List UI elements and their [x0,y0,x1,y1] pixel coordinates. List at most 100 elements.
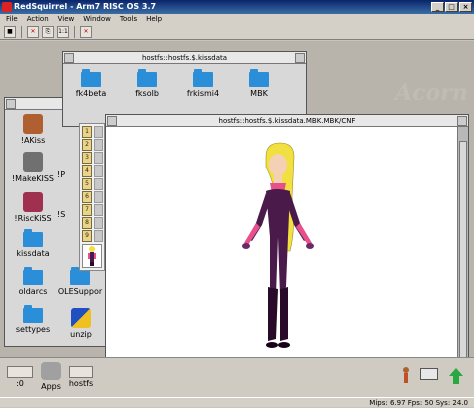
kiss-viewer-window: hostfs::hostfs.$.kissdata.MBK.MBK/CNF [105,114,469,397]
iconbar-kiss-app[interactable] [398,366,414,388]
kiss-cell-slot[interactable] [94,165,103,177]
vertical-scrollbar[interactable] [457,127,468,384]
menu-help[interactable]: Help [146,14,162,24]
hostfs-label: hostfs [68,379,94,388]
iconbar-drive[interactable]: :0 [6,366,34,388]
window-titlebar[interactable]: hostfs::hostfs.$.kissdata.MBK.MBK/CNF [106,115,468,127]
iconbar-display[interactable] [420,368,440,386]
toolbar-divider [74,26,75,38]
folder-label: OLESuppor [57,287,103,296]
drive-icon [7,366,33,378]
akiss-icon [23,114,43,134]
doll-thumbnail[interactable] [82,244,102,268]
menu-view[interactable]: View [58,14,75,24]
iconbar-apps[interactable]: Apps [38,362,64,391]
folder-label: fk4beta [75,89,107,98]
menubar: File Action View Window Tools Help [0,14,474,24]
redsquirrel-icon [2,2,12,12]
kiss-cell[interactable]: 9 [82,230,92,242]
apps-label: Apps [41,382,61,391]
kiss-cell[interactable]: 2 [82,139,92,151]
kiss-cell[interactable]: 8 [82,217,92,229]
toggle-size-icon[interactable] [295,53,305,63]
close-button[interactable]: × [459,2,472,12]
app-titlebar: RedSquirrel - Arm7 RISC OS 3.7 _ □ × [0,0,474,14]
acorn-logo: Acorn [395,80,468,106]
folder-icon [137,69,157,87]
folder-fk4beta[interactable]: fk4beta [63,69,119,98]
unzip-icon [71,308,91,328]
window-titlebar[interactable]: hostfs::hostfs.$.kissdata [63,52,306,64]
toggle-size-icon[interactable] [457,116,467,126]
app-olesupport[interactable]: OLESuppor [51,267,109,296]
folder-label: fksolb [135,89,159,98]
riscos-desktop: Acorn !AKiss !MakeKISS !RiscKiSS kissdat… [0,41,474,397]
folder-icon [23,267,43,285]
toolbar-divider [21,26,22,38]
ratio-icon[interactable]: 1:1 [57,26,69,38]
kiss-cell-slot[interactable] [94,178,103,190]
kiss-cell[interactable]: 7 [82,204,92,216]
folder-icon [193,69,213,87]
menu-action[interactable]: Action [27,14,49,24]
folder-fksolb[interactable]: fksolb [119,69,175,98]
kiss-cell-slot[interactable] [94,139,103,151]
kiss-cell[interactable]: 6 [82,191,92,203]
back-icon[interactable] [107,116,117,126]
folder-icon [70,267,90,285]
app-title: RedSquirrel - Arm7 RISC OS 3.7 [14,2,157,11]
kiss-cell-slot[interactable] [94,152,103,164]
folder-frkismi4[interactable]: frkismi4 [175,69,231,98]
folder-label: kissdata [16,249,50,258]
minimize-button[interactable]: _ [431,2,444,12]
iconbar-hostfs[interactable]: hostfs [66,366,96,388]
kiss-cell-slot[interactable] [94,204,103,216]
menu-file[interactable]: File [6,14,18,24]
folder-settypes[interactable]: settypes [5,305,61,334]
stop-icon[interactable]: ✕ [27,26,39,38]
save-icon[interactable]: ■ [4,26,16,38]
maximize-button[interactable]: □ [445,2,458,12]
settings-icon[interactable]: ✕ [80,26,92,38]
back-icon[interactable] [6,99,16,109]
reset-icon[interactable]: ⎘ [42,26,54,38]
kiss-cell[interactable]: 5 [82,178,92,190]
kiss-cell[interactable]: 3 [82,152,92,164]
folder-label: settypes [15,325,51,334]
folder-icon [23,305,43,323]
menu-window[interactable]: Window [83,14,111,24]
display-icon [420,368,438,380]
scroll-thumb[interactable] [459,141,467,370]
folder-kissdata[interactable]: kissdata [5,229,61,258]
window-title: hostfs::hostfs.$.kissdata [141,54,228,62]
app-unzip[interactable]: unzip [57,308,105,339]
doll-figure [242,142,314,348]
back-icon[interactable] [64,53,74,63]
toolbar: ■ ✕ ⎘ 1:1 ✕ [0,24,474,40]
kiss-cell[interactable]: 4 [82,165,92,177]
kiss-cell-slot[interactable] [94,217,103,229]
iconbar-taskmanager[interactable] [446,366,466,388]
kiss-cells-panel: 1 2 3 4 5 6 7 8 9 [79,123,105,271]
kiss-canvas[interactable] [106,127,457,385]
kiss-app-icon [403,367,409,383]
iconbar: :0 Apps hostfs [0,357,474,397]
app-risckiss[interactable]: !RiscKiSS [5,192,61,223]
app-akiss[interactable]: !AKiss [5,114,61,145]
app-label: !RiscKiSS [14,214,52,223]
menu-tools[interactable]: Tools [120,14,137,24]
kiss-cell[interactable]: 1 [82,126,92,138]
kiss-cell-slot[interactable] [94,230,103,242]
drive-label: :0 [16,379,24,388]
app-label: !AKiss [20,136,46,145]
doll-thumbnail-icon [88,246,96,266]
acorn-taskmanager-icon [449,368,463,384]
kiss-cell-slot[interactable] [94,126,103,138]
kiss-cell-slot[interactable] [94,191,103,203]
folder-mbk[interactable]: MBK [231,69,287,98]
folder-icon [23,229,43,247]
hostfs-icon [69,366,93,378]
app-makekiss[interactable]: !MakeKISS [5,152,61,183]
folder-icon [249,69,269,87]
app-label: unzip [70,330,92,339]
